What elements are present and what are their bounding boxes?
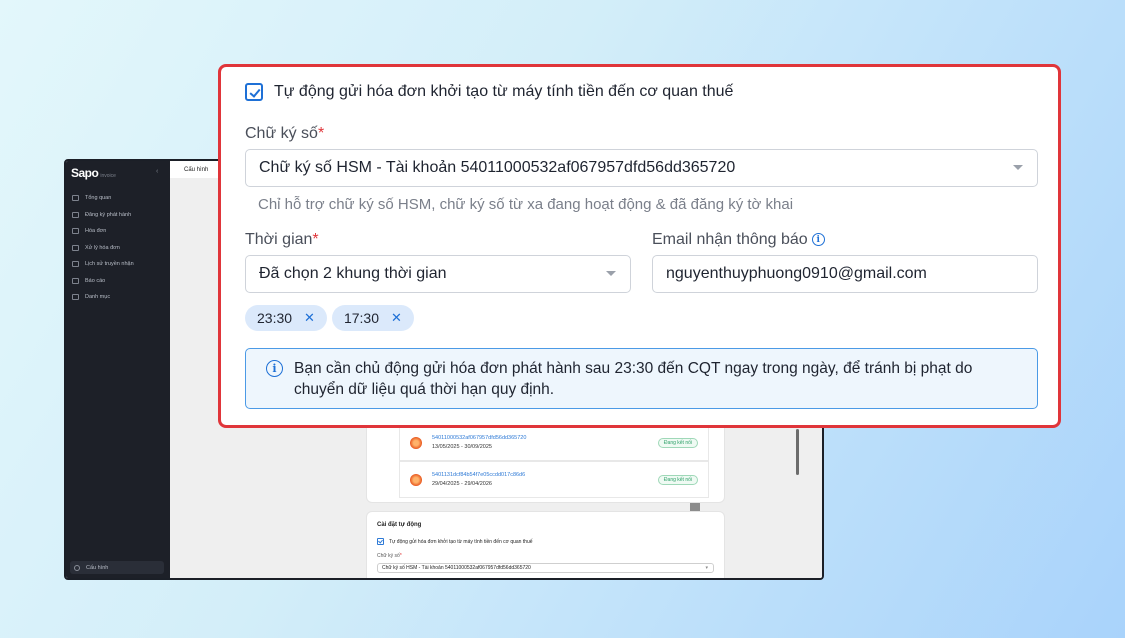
brand-sub: invoice [100, 173, 116, 179]
time-chips: 23:30 ✕ 17:30 ✕ [245, 305, 414, 331]
register-icon [72, 211, 79, 218]
signature-dates: 29/04/2025 - 29/04/2026 [432, 480, 492, 487]
status-badge: Đang kết nối [657, 474, 698, 485]
sidebar-item-label: Danh mục [85, 294, 111, 301]
auto-send-label: Tự động gửi hóa đơn khởi tạo từ máy tính… [274, 83, 734, 100]
signature-label: Chữ ký số* [245, 125, 325, 142]
sidebar-item-label: Báo cáo [85, 277, 106, 284]
sidebar-item-config[interactable]: Cấu hình [70, 561, 164, 574]
signature-label-small: Chữ ký số* [377, 553, 402, 559]
required-mark: * [317, 125, 325, 142]
sidebar-item-label: Tổng quan [85, 195, 112, 202]
info-alert: i Bạn cần chủ động gửi hóa đơn phát hành… [245, 348, 1038, 409]
auto-send-checkbox-small[interactable]: Tự động gửi hóa đơn khởi tạo từ máy tính… [377, 538, 714, 545]
sidebar-item-label: Hóa đơn [85, 228, 107, 235]
auto-send-checkbox-row[interactable]: Tự động gửi hóa đơn khởi tạo từ máy tính… [245, 83, 733, 101]
close-icon[interactable]: ✕ [304, 310, 315, 326]
tab-config[interactable]: Cấu hình [170, 161, 223, 178]
chip-label: 17:30 [343, 310, 379, 326]
report-icon [72, 277, 79, 284]
signature-id: 54011000532af067957dfd56dd365720 [432, 434, 527, 441]
status-badge: Đang kết nối [657, 437, 698, 448]
chip-label: 23:30 [257, 310, 293, 326]
sidebar-item-label: Cấu hình [86, 564, 109, 571]
info-icon: i [266, 360, 283, 377]
time-select-value: Đã chọn 2 khung thời gian [259, 265, 447, 282]
provider-logo-icon [410, 436, 422, 449]
time-select[interactable]: Đã chọn 2 khung thời gian [245, 255, 631, 293]
sidebar: Sapo invoice ‹ Tổng quan Đăng ký phát hà… [66, 161, 170, 578]
checkbox-label: Tự động gửi hóa đơn khởi tạo từ máy tính… [389, 538, 533, 545]
brand-logo: Sapo invoice [71, 166, 116, 180]
sidebar-item-process[interactable]: Xử lý hóa đơn [72, 240, 166, 257]
checkbox-icon[interactable] [377, 538, 384, 545]
chevron-left-icon[interactable]: ‹ [156, 168, 158, 175]
caret-down-icon [1013, 165, 1023, 170]
auto-settings-card: Cài đặt tự động Tự động gửi hóa đơn khởi… [366, 511, 725, 578]
required-mark: * [312, 231, 319, 248]
transfer-icon [72, 261, 79, 268]
signature-select-small[interactable]: Chữ ký số HSM - Tài khoản 54011000532af0… [377, 563, 714, 573]
caret-down-icon [606, 271, 616, 276]
sidebar-item-label: Xử lý hóa đơn [85, 244, 120, 251]
email-value: nguyenthuyphuong0910@gmail.com [666, 265, 927, 282]
info-icon[interactable]: i [811, 233, 825, 247]
section-title: Cài đặt tự động [377, 522, 422, 528]
gear-icon [74, 564, 80, 571]
folder-icon [72, 294, 79, 301]
sidebar-item-invoices[interactable]: Hóa đơn [72, 223, 166, 240]
signature-select[interactable]: Chữ ký số HSM - Tài khoản 54011000532af0… [245, 149, 1038, 187]
sidebar-item-catalog[interactable]: Danh mục [72, 289, 166, 306]
sidebar-item-register[interactable]: Đăng ký phát hành [72, 207, 166, 224]
time-label: Thời gian* [245, 231, 319, 248]
zoomed-settings-panel: Tự động gửi hóa đơn khởi tạo từ máy tính… [218, 64, 1061, 428]
sidebar-item-label: Lịch sử truyền nhận [85, 261, 134, 268]
signature-list-card: 54011000532af067957dfd56dd365720 13/05/2… [366, 415, 725, 503]
sidebar-item-overview[interactable]: Tổng quan [72, 190, 166, 207]
invoice-icon [72, 228, 79, 235]
scrollbar-thumb[interactable] [796, 429, 799, 475]
checkbox-checked-icon[interactable] [245, 83, 263, 101]
sidebar-item-reports[interactable]: Báo cáo [72, 273, 166, 290]
time-chip: 17:30 ✕ [331, 305, 414, 331]
signature-hint: Chỉ hỗ trợ chữ ký số HSM, chữ ký số từ x… [258, 196, 794, 213]
time-chip: 23:30 ✕ [245, 305, 327, 331]
signature-dates: 13/05/2025 - 30/09/2025 [432, 443, 492, 450]
list-item[interactable]: 54011000532af067957dfd56dd365720 13/05/2… [399, 424, 709, 461]
home-icon [72, 195, 79, 202]
list-item[interactable]: 5401131dcf84b54f7e05ccdd017c86d6 29/04/2… [399, 461, 709, 498]
sidebar-item-history[interactable]: Lịch sử truyền nhận [72, 256, 166, 273]
brand-name: Sapo [71, 166, 99, 180]
signature-select-value: Chữ ký số HSM - Tài khoản 54011000532af0… [259, 159, 736, 176]
email-label: Email nhận thông báo i [652, 231, 825, 249]
sidebar-item-label: Đăng ký phát hành [85, 211, 132, 218]
close-icon[interactable]: ✕ [391, 310, 402, 326]
signature-id: 5401131dcf84b54f7e05ccdd017c86d6 [432, 471, 526, 478]
process-icon [72, 244, 79, 251]
sidebar-nav: Tổng quan Đăng ký phát hành Hóa đơn Xử l… [72, 190, 166, 306]
alert-text: Bạn cần chủ động gửi hóa đơn phát hành s… [294, 360, 973, 398]
email-field[interactable]: nguyenthuyphuong0910@gmail.com [652, 255, 1038, 293]
provider-logo-icon [410, 473, 422, 486]
